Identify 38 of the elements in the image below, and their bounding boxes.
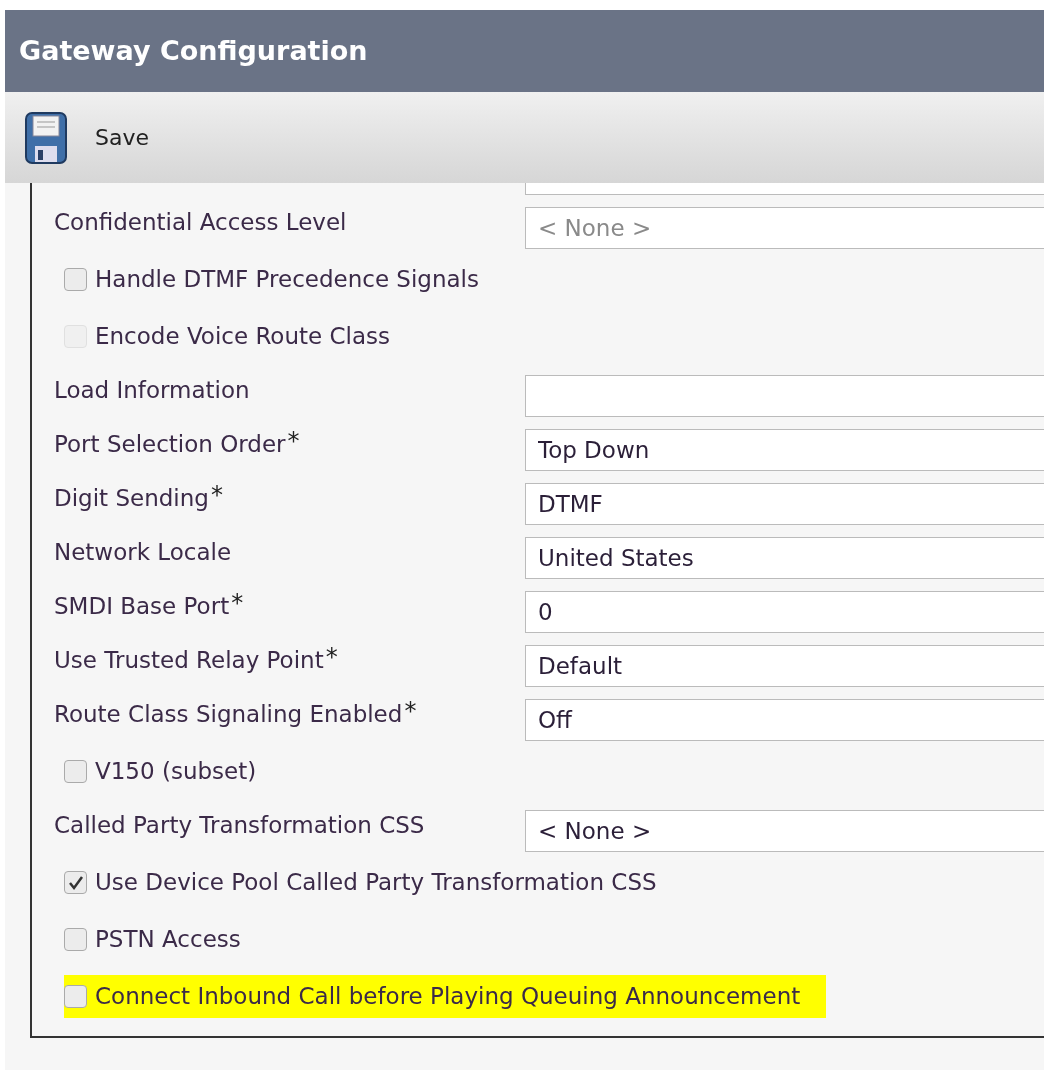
checkbox[interactable] [64,985,87,1008]
input-field[interactable]: < None > [525,207,1044,249]
input-field[interactable]: Top Down [525,429,1044,471]
required-asterisk: * [287,429,300,453]
field-label: SMDI Base Port [54,592,230,621]
field-label: Confidential Access Level [54,208,347,237]
checkbox-label: Encode Voice Route Class [95,322,390,352]
input-field[interactable]: DTMF [525,483,1044,525]
checkbox-label: V150 (subset) [95,757,257,787]
window-title: Gateway Configuration [19,33,368,68]
field-label: Use Trusted Relay Point [54,646,324,675]
save-button[interactable]: Save [25,111,149,164]
checkbox-label: PSTN Access [95,925,241,955]
field-label: Route Class Signaling Enabled [54,700,403,729]
required-asterisk: * [404,699,417,723]
field-label: Load Information [54,376,250,405]
required-asterisk: * [210,483,223,507]
checkbox-label: Connect Inbound Call before Playing Queuing Announcement [95,982,801,1012]
input-field[interactable]: < None > [525,810,1044,852]
input-field[interactable] [525,375,1044,417]
checkmark-icon [67,874,84,891]
input-field[interactable]: United States [525,537,1044,579]
checkbox[interactable] [64,760,87,783]
input-field[interactable] [525,183,1044,195]
field-label: Port Selection Order [54,430,286,459]
checkbox[interactable] [64,268,87,291]
field-label: Network Locale [54,538,232,567]
checkbox-label: Use Device Pool Called Party Transformation CSS [95,868,657,898]
field-label: Called Party Transformation CSS [54,811,425,840]
checkbox[interactable] [64,928,87,951]
required-asterisk: * [325,645,338,669]
checkbox[interactable] [64,871,87,894]
field-label: Digit Sending [54,484,209,513]
input-field[interactable]: Off [525,699,1044,741]
checkbox-label: Handle DTMF Precedence Signals [95,265,479,295]
required-asterisk: * [231,591,244,615]
input-field[interactable]: Default [525,645,1044,687]
input-field[interactable]: 0 [525,591,1044,633]
